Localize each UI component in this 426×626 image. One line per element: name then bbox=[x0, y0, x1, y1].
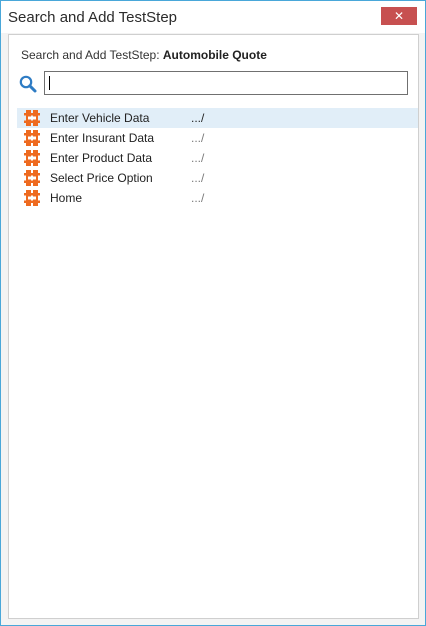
result-name: Enter Vehicle Data bbox=[50, 111, 150, 125]
search-icon bbox=[19, 75, 37, 93]
text-caret bbox=[49, 76, 50, 90]
title-bar[interactable]: Search and Add TestStep ✕ bbox=[1, 1, 425, 33]
result-row-4[interactable]: Select Price Option .../ bbox=[17, 168, 418, 188]
result-path: .../ bbox=[191, 171, 205, 185]
window-title: Search and Add TestStep bbox=[8, 9, 178, 26]
result-name: Enter Insurant Data bbox=[50, 131, 155, 145]
module-icon bbox=[24, 170, 40, 186]
result-list: Enter Vehicle Data .../ Enter Insurant D… bbox=[17, 108, 418, 208]
close-button[interactable]: ✕ bbox=[381, 7, 417, 25]
module-icon bbox=[24, 150, 40, 166]
module-icon bbox=[24, 130, 40, 146]
result-name: Enter Product Data bbox=[50, 151, 153, 165]
search-panel: Search and Add TestStep: Automobile Quot… bbox=[8, 34, 419, 619]
result-row-1[interactable]: Enter Vehicle Data .../ bbox=[17, 108, 418, 128]
result-row-5[interactable]: Home .../ bbox=[17, 188, 418, 208]
result-name: Select Price Option bbox=[50, 171, 153, 185]
project-name: Automobile Quote bbox=[162, 48, 267, 62]
result-path: .../ bbox=[191, 111, 205, 125]
dialog-header: Search and Add TestStep: Automobile Quot… bbox=[21, 48, 267, 62]
result-row-2[interactable]: Enter Insurant Data .../ bbox=[17, 128, 418, 148]
result-path: .../ bbox=[191, 191, 205, 205]
header-prefix: Search and Add TestStep: bbox=[21, 48, 163, 62]
dialog-window: Search and Add TestStep ✕ Search and Add… bbox=[0, 0, 426, 626]
close-icon: ✕ bbox=[393, 9, 405, 23]
result-name: Home bbox=[50, 191, 83, 205]
result-row-3[interactable]: Enter Product Data .../ bbox=[17, 148, 418, 168]
module-icon bbox=[24, 190, 40, 206]
module-icon bbox=[24, 110, 40, 126]
result-path: .../ bbox=[191, 151, 205, 165]
search-input[interactable] bbox=[44, 71, 408, 95]
result-path: .../ bbox=[191, 131, 205, 145]
